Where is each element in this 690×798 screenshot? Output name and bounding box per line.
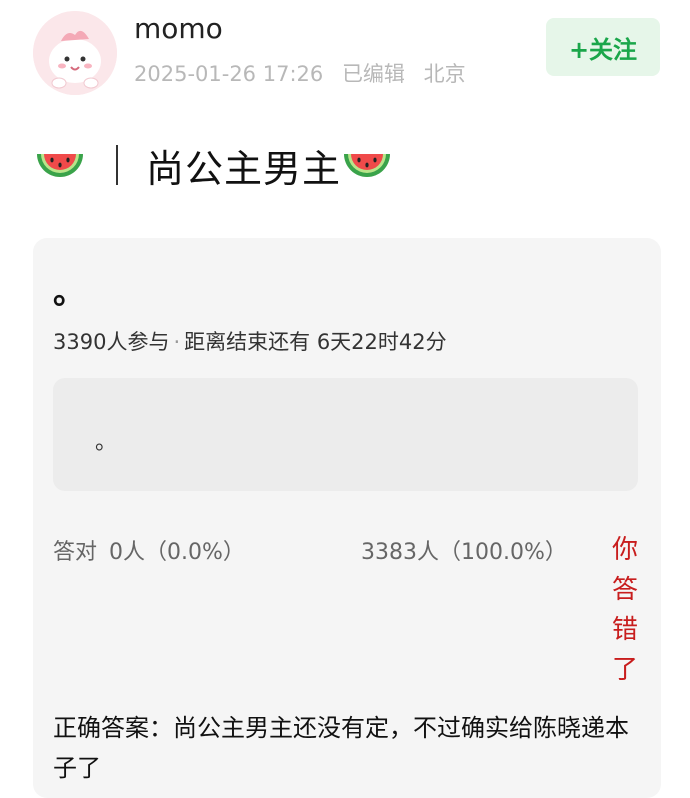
post-date: 2025-01-26 17:26	[134, 62, 324, 86]
follow-label: +关注	[568, 35, 638, 64]
post-title: 尚公主男主	[146, 146, 342, 191]
follow-button[interactable]: +关注	[546, 18, 660, 76]
title-divider	[116, 145, 118, 185]
watermelon-icon	[344, 154, 391, 177]
author-name[interactable]: momo	[134, 12, 223, 45]
avatar[interactable]	[33, 11, 117, 95]
post-title-row: 尚公主男主	[34, 140, 393, 191]
correct-label: 答对	[53, 540, 98, 565]
wrong-stat: 3383人（100.0%）	[361, 540, 567, 565]
correct-stat: 答对 0人（0.0%）	[53, 534, 245, 566]
watermelon-icon	[37, 154, 83, 177]
you-answered-wrong: 你 答 错 了	[611, 530, 639, 690]
you-wrong-char: 答	[611, 575, 638, 605]
correct-value: 0人（0.0%）	[109, 540, 245, 565]
quiz-question: 。	[53, 273, 86, 311]
quiz-option[interactable]: 。	[53, 378, 638, 491]
edited-flag: 已编辑	[341, 62, 405, 86]
quiz-card: 。 3390人参与 · 距离结束还有 6天22时42分 。 答对 0人（0.0%） 3…	[33, 238, 661, 798]
you-wrong-char: 你	[611, 535, 638, 565]
dinosaur-avatar-icon	[33, 11, 117, 95]
countdown: 距离结束还有 6天22时42分	[184, 330, 447, 354]
post-location: 北京	[423, 62, 466, 86]
post-meta: 2025-01-26 17:26 已编辑 北京	[134, 58, 466, 88]
participant-count: 3390人参与	[53, 330, 170, 354]
participants-separator: ·	[173, 330, 181, 354]
correct-answer: 正确答案：尚公主男主还没有定，不过确实给陈晓递本子了	[53, 714, 629, 782]
you-wrong-char: 了	[611, 655, 638, 685]
quiz-participants: 3390人参与 · 距离结束还有 6天22时42分	[53, 326, 447, 356]
quiz-option-text: 。	[95, 430, 118, 455]
you-wrong-char: 错	[611, 615, 638, 645]
